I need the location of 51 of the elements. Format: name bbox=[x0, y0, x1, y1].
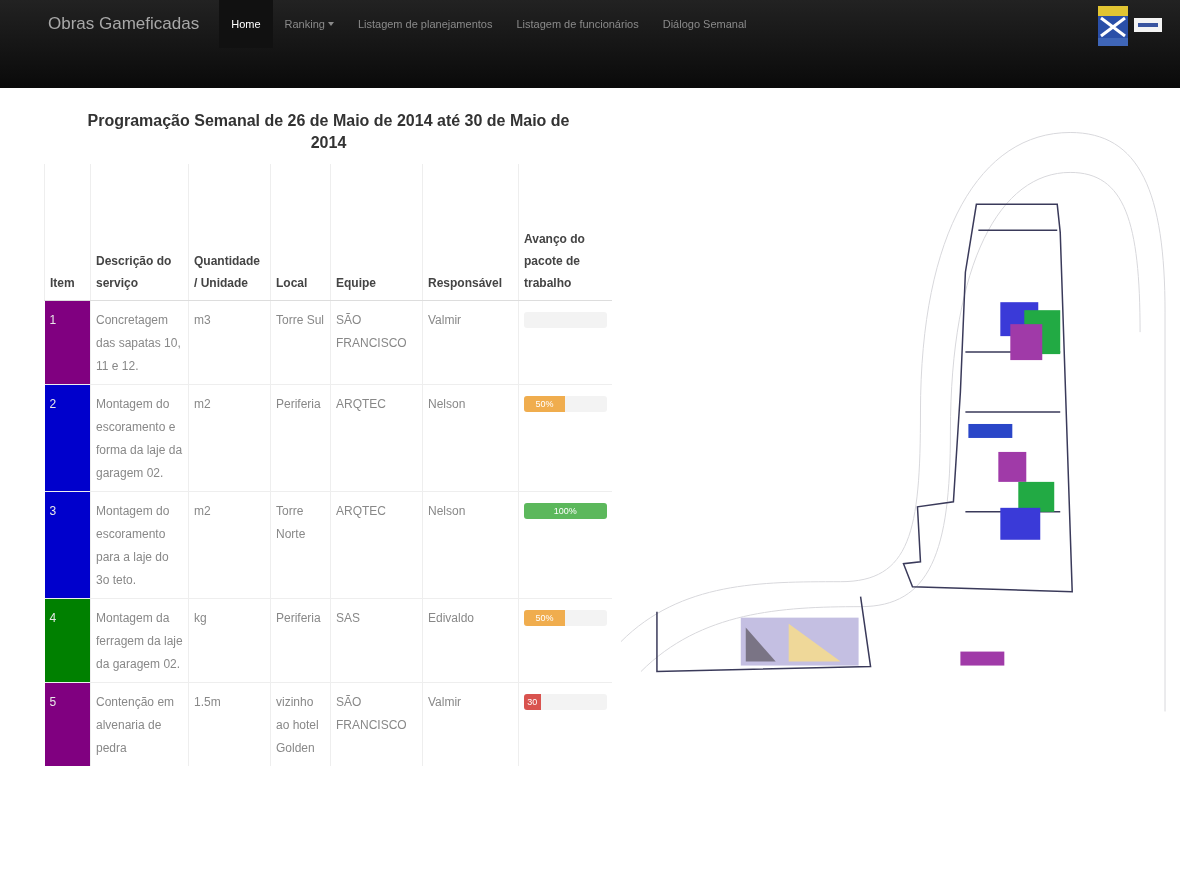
table-cell: SÃO FRANCISCO bbox=[330, 682, 423, 766]
nav-link[interactable]: Home bbox=[219, 0, 273, 48]
item-cell: 1 bbox=[44, 300, 91, 385]
table-cell: Nelson bbox=[422, 384, 519, 492]
table-cell: Edivaldo bbox=[422, 598, 519, 683]
progress-fill: 100% bbox=[524, 503, 607, 519]
table-cell: kg bbox=[188, 598, 271, 683]
table-cell: SÃO FRANCISCO bbox=[330, 300, 423, 385]
progress-fill: 30 bbox=[524, 694, 541, 710]
crest-logo-icon bbox=[1098, 6, 1128, 46]
nav-link[interactable]: Listagem de funcionários bbox=[504, 0, 651, 48]
schedule-title: Programação Semanal de 26 de Maio de 2014 até 30 de Maio de 2014 bbox=[86, 111, 571, 153]
nav-link[interactable]: Ranking bbox=[272, 0, 346, 48]
item-cell: 3 bbox=[44, 491, 91, 599]
logo-icon bbox=[1134, 18, 1162, 32]
table-cell: vizinho ao hotel Golden bbox=[270, 682, 331, 766]
caret-icon bbox=[327, 22, 334, 26]
table-cell: Concretagem das sapatas 10, 11 e 12. bbox=[90, 300, 189, 385]
table-cell: Montagem da ferragem da laje da garagem 02. bbox=[90, 598, 189, 683]
table-cell: Torre Norte bbox=[270, 491, 331, 599]
column-header: Descrição do serviço bbox=[90, 164, 189, 301]
table-cell: SAS bbox=[330, 598, 423, 683]
item-cell: 5 bbox=[44, 682, 91, 766]
column-header: Responsável bbox=[422, 164, 519, 301]
table-cell: Torre Sul bbox=[270, 300, 331, 385]
table-cell: Valmir bbox=[422, 682, 519, 766]
item-cell: 2 bbox=[44, 384, 91, 492]
table-cell: m3 bbox=[188, 300, 271, 385]
column-header: Quantidade / Unidade bbox=[188, 164, 271, 301]
nav-link[interactable]: Diálogo Semanal bbox=[650, 0, 759, 48]
item-cell: 4 bbox=[44, 598, 91, 683]
progress-fill: 50% bbox=[524, 610, 566, 626]
table-cell: Valmir bbox=[422, 300, 519, 385]
table-cell: Nelson bbox=[422, 491, 519, 599]
brand-link[interactable]: Obras Gameficadas bbox=[48, 0, 200, 48]
table-cell: Montagem do escoramento para a laje do 3o teto. bbox=[90, 491, 189, 599]
table-cell: 1.5m bbox=[188, 682, 271, 766]
table-cell: Contenção em alvenaria de pedra bbox=[90, 682, 189, 766]
column-header: Avanço do pacote de trabalho bbox=[518, 164, 612, 301]
table-cell: m2 bbox=[188, 491, 271, 599]
table-cell: ARQTEC bbox=[330, 491, 423, 599]
table-cell: Periferia bbox=[270, 384, 331, 492]
progress-fill: 50% bbox=[524, 396, 566, 412]
table-cell: Montagem do escoramento e forma da laje da garagem 02. bbox=[90, 384, 189, 492]
column-header: Item bbox=[44, 164, 91, 301]
table-cell: ARQTEC bbox=[330, 384, 423, 492]
table-cell: m2 bbox=[188, 384, 271, 492]
table-cell: Periferia bbox=[270, 598, 331, 683]
column-header: Equipe bbox=[330, 164, 423, 301]
column-header: Local bbox=[270, 164, 331, 301]
nav-link[interactable]: Listagem de planejamentos bbox=[345, 0, 505, 48]
